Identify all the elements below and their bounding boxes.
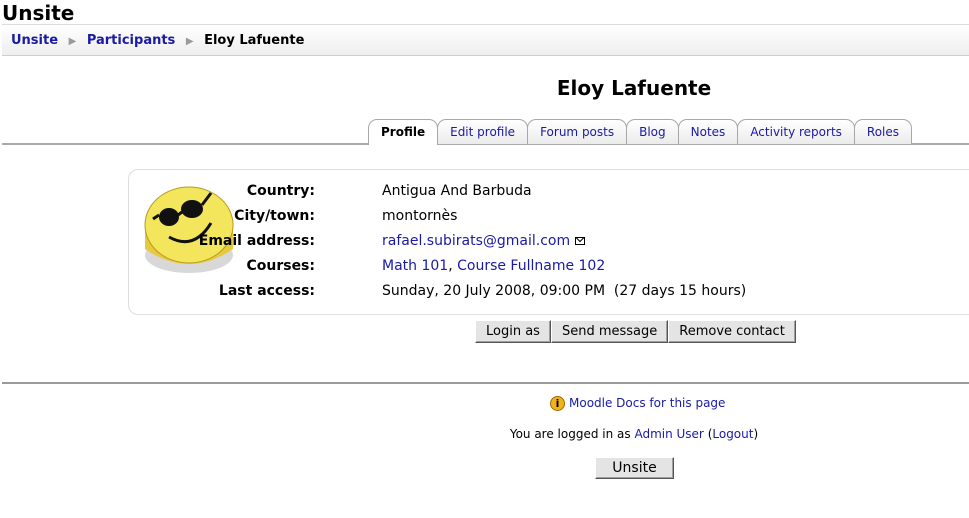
profile-tabs: Profile Edit profile Forum posts Blog No… xyxy=(368,119,913,145)
tab-profile[interactable]: Profile xyxy=(368,119,439,145)
login-info-text: You are logged in as xyxy=(509,427,635,441)
send-message-button[interactable]: Send message xyxy=(550,320,669,343)
site-title: Unsite xyxy=(2,1,75,25)
home-button[interactable]: Unsite xyxy=(595,457,674,479)
field-value: Math 101, Course Fullname 102 xyxy=(382,254,605,279)
moodle-docs-link[interactable]: Moodle Docs for this page xyxy=(569,396,725,410)
breadcrumb-current: Eloy Lafuente xyxy=(204,33,305,48)
course-separator: , xyxy=(448,258,458,274)
breadcrumb: Unsite ▶ Participants ▶ Eloy Lafuente xyxy=(2,24,969,56)
current-user-link[interactable]: Admin User xyxy=(634,427,703,441)
tab-blog[interactable]: Blog xyxy=(626,119,679,144)
field-value: Sunday, 20 July 2008, 09:00 PM (27 days … xyxy=(382,283,747,299)
field-label: City/town: xyxy=(234,208,315,224)
breadcrumb-home-link[interactable]: Unsite xyxy=(11,33,58,48)
tab-roles[interactable]: Roles xyxy=(853,119,913,144)
footer-divider xyxy=(2,382,969,384)
mail-icon[interactable] xyxy=(575,237,586,245)
field-label: Courses: xyxy=(246,258,315,274)
field-label: Last access: xyxy=(218,283,315,299)
remove-contact-button[interactable]: Remove contact xyxy=(668,320,796,343)
tab-activity-reports[interactable]: Activity reports xyxy=(737,119,855,144)
profile-field-courses: Courses: Math 101, Course Fullname 102 xyxy=(240,254,900,279)
email-link[interactable]: rafael.subirats@gmail.com xyxy=(382,233,570,249)
profile-field-email: Email address: rafael.subirats@gmail.com xyxy=(199,229,900,254)
breadcrumb-separator-icon: ▶ xyxy=(185,36,194,47)
profile-field-country: Country: Antigua And Barbuda xyxy=(240,179,900,204)
profile-field-city: City/town: montornès xyxy=(234,204,900,229)
field-label: Country: xyxy=(246,183,315,199)
tab-notes[interactable]: Notes xyxy=(677,119,739,144)
field-label: Email address: xyxy=(198,233,315,249)
tab-edit-profile[interactable]: Edit profile xyxy=(437,119,529,144)
page-title: Eloy Lafuente xyxy=(556,76,712,100)
info-icon: i xyxy=(550,396,565,411)
field-value: Antigua And Barbuda xyxy=(382,183,532,199)
course-link[interactable]: Math 101 xyxy=(382,258,448,274)
login-as-button[interactable]: Login as xyxy=(475,320,551,343)
logout-link[interactable]: Logout xyxy=(712,427,753,441)
profile-field-last-access: Last access: Sunday, 20 July 2008, 09:00… xyxy=(219,279,900,304)
docs-link-container: i Moodle Docs for this page xyxy=(550,396,725,411)
breadcrumb-separator-icon: ▶ xyxy=(68,36,77,47)
login-info: You are logged in as Admin User (Logout) xyxy=(509,427,759,441)
field-value: montornès xyxy=(382,208,458,224)
course-link[interactable]: Course Fullname 102 xyxy=(457,258,605,274)
field-value: rafael.subirats@gmail.com xyxy=(382,229,586,254)
profile-action-buttons: Login as Send message Remove contact xyxy=(475,320,796,343)
breadcrumb-participants-link[interactable]: Participants xyxy=(87,33,175,48)
tab-forum-posts[interactable]: Forum posts xyxy=(527,119,628,144)
